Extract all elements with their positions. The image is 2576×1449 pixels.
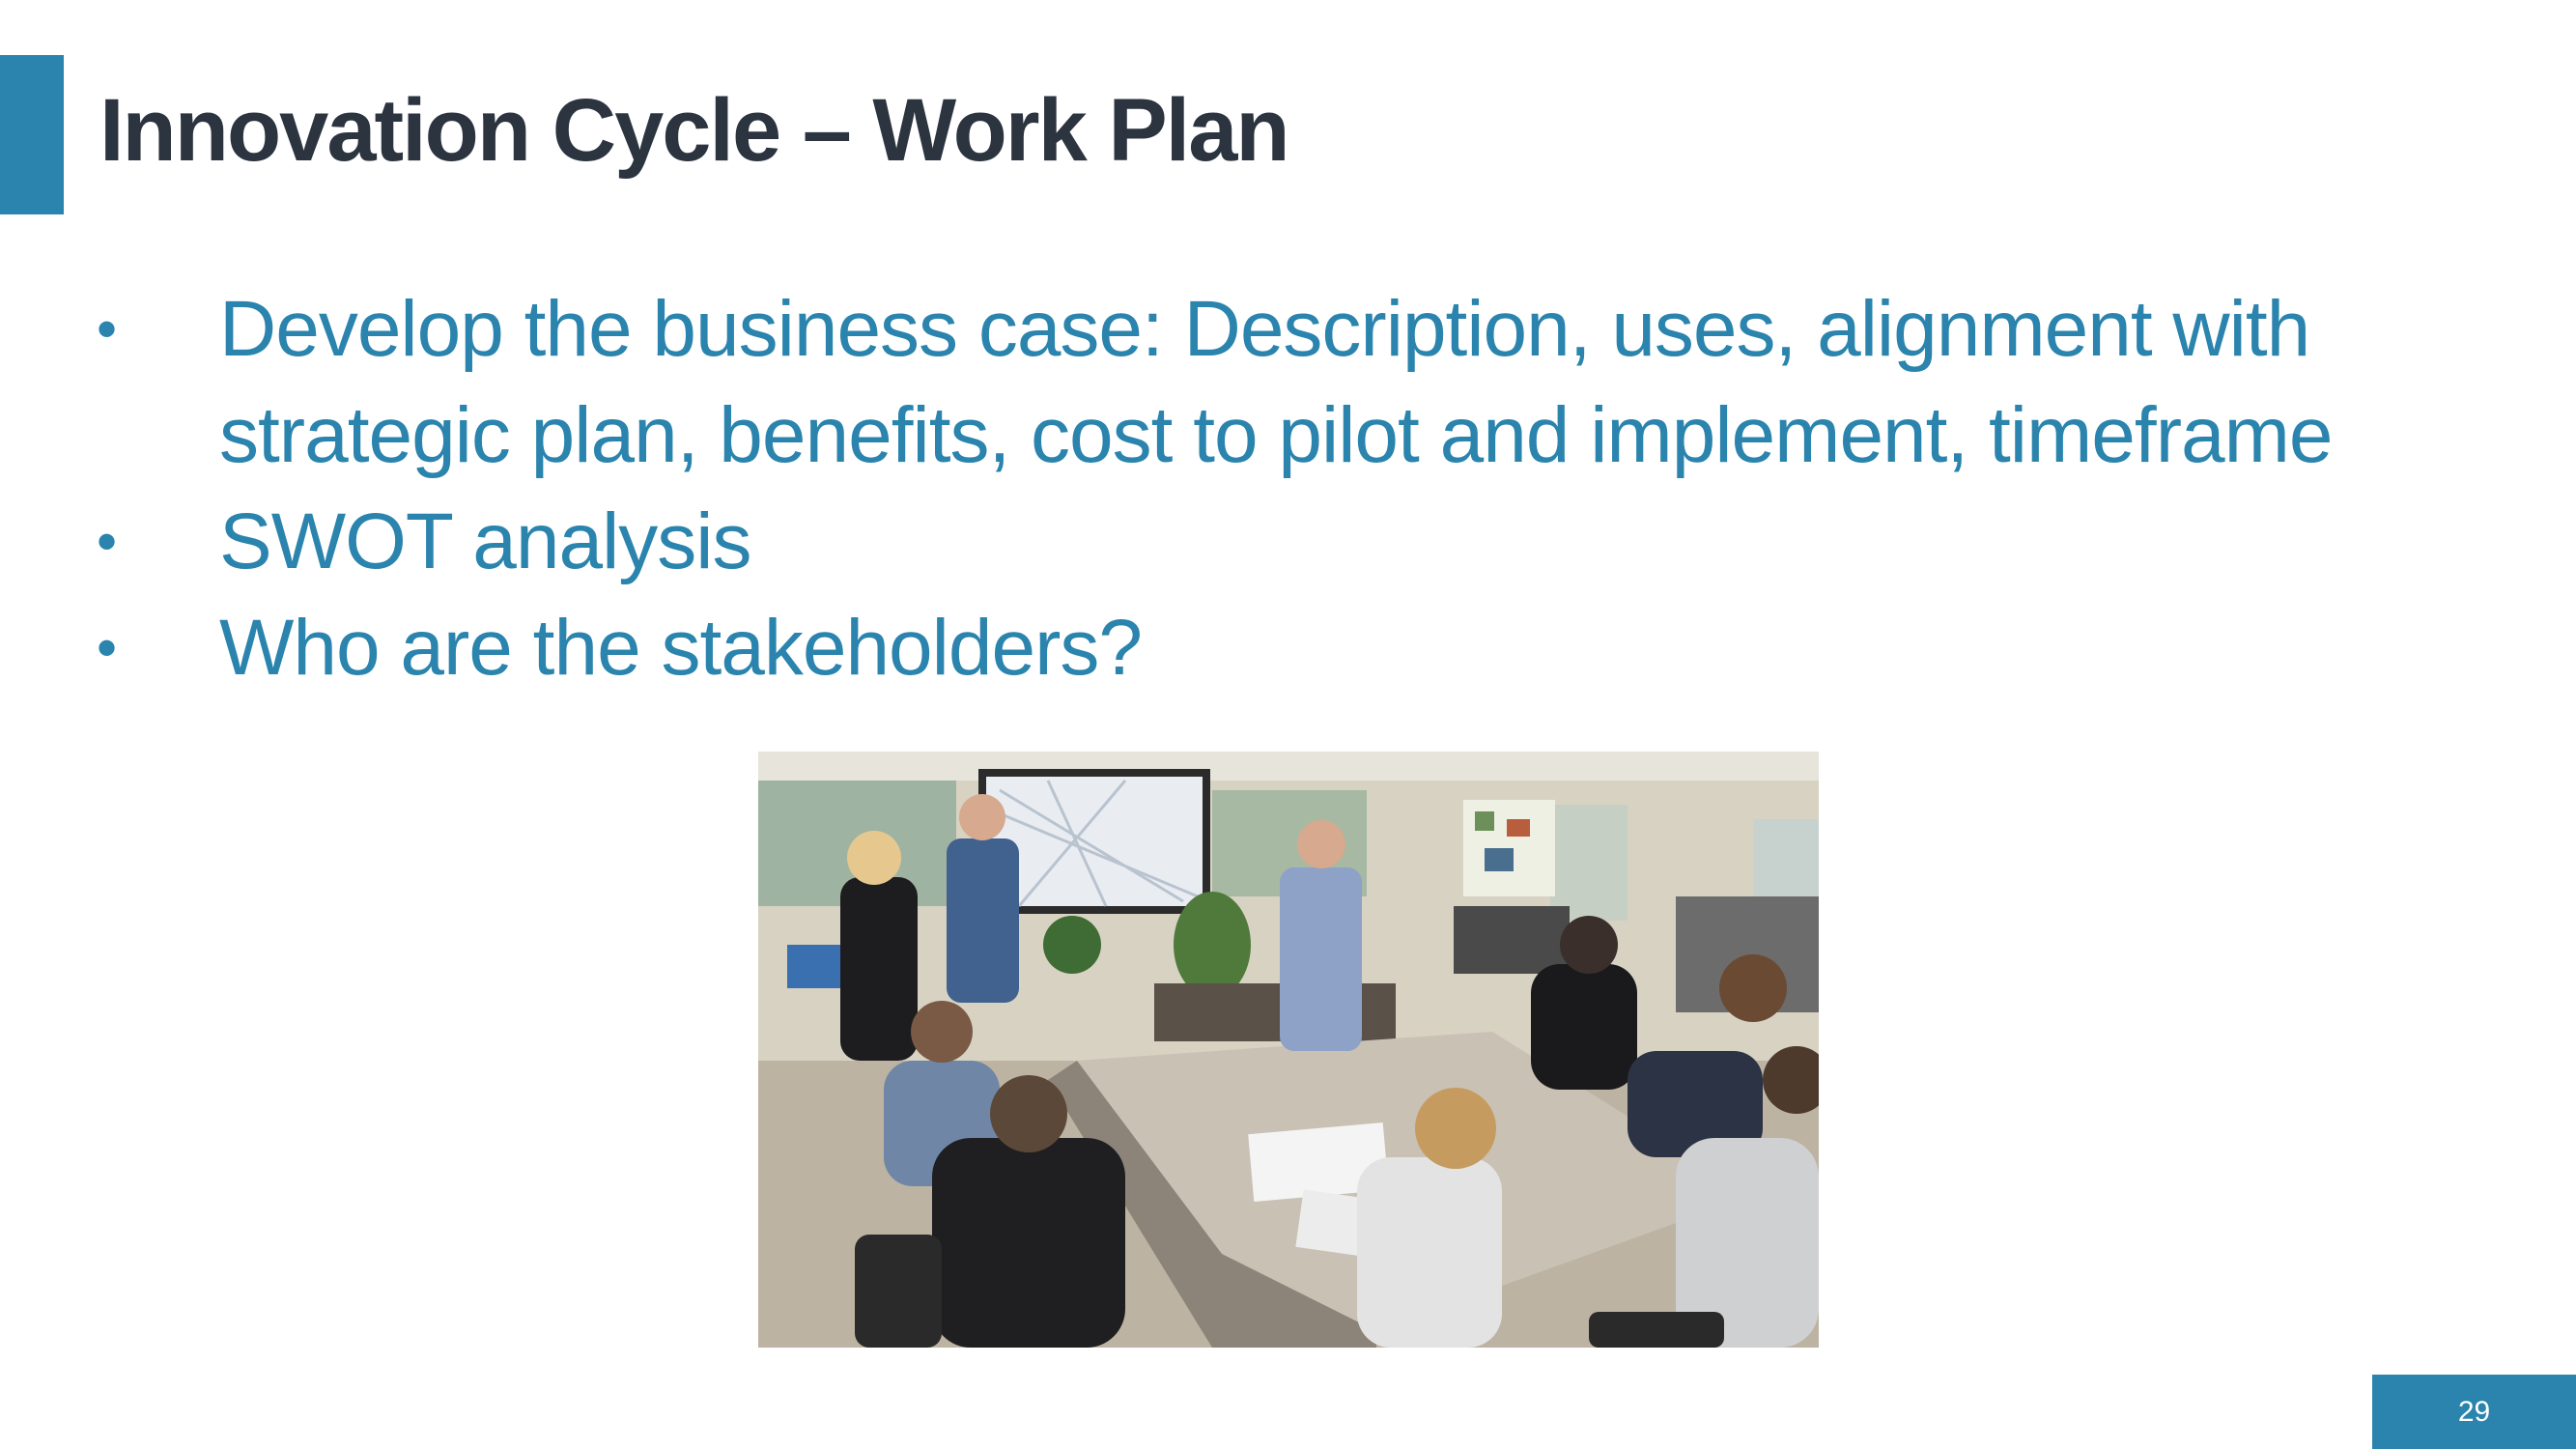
bullet-item: • Develop the business case: Description… — [97, 276, 2492, 489]
bullet-marker: • — [97, 297, 117, 361]
bullet-text: Who are the stakeholders? — [219, 604, 1143, 692]
bullet-item: • SWOT analysis — [97, 489, 2492, 595]
bullet-text: SWOT analysis — [219, 497, 752, 585]
page-number: 29 — [2372, 1375, 2576, 1449]
bullet-marker: • — [97, 615, 117, 680]
bullet-item: • Who are the stakeholders? — [97, 595, 2492, 701]
meeting-photo-illustration — [758, 752, 1819, 1348]
meeting-room-photo — [758, 752, 1819, 1348]
title-accent-bar — [0, 55, 64, 214]
bullet-list: • Develop the business case: Description… — [97, 276, 2492, 701]
bullet-text: Develop the business case: Description, … — [219, 285, 2334, 479]
slide-title: Innovation Cycle – Work Plan — [99, 81, 1290, 180]
bullet-marker: • — [97, 509, 117, 574]
